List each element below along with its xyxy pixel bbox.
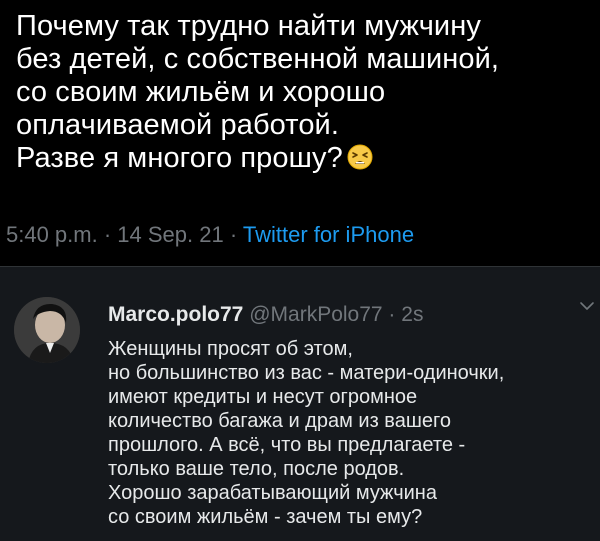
reply-text-line: Хорошо зарабатывающий мужчина <box>108 482 437 504</box>
reply-separator: · <box>382 303 402 326</box>
tired-face-emoji-icon <box>347 144 373 170</box>
reply-text-line: но большинство из вас - матери-одиночки, <box>108 362 505 384</box>
meta-separator: · <box>223 222 243 247</box>
reply-text-line: Женщины просят об этом, <box>108 338 353 360</box>
tweet-text-line: со своим жильём и хорошо <box>16 76 386 108</box>
tweet-text-line: без детей, с собственной машиной, <box>16 43 500 75</box>
reply-text-line: со своим жильём - зачем ты ему? <box>108 506 423 528</box>
tweet-meta: 5:40 p.m. · 14 Sep. 21 · Twitter for iPh… <box>6 222 414 248</box>
reply-handle[interactable]: @MarkPolo77 <box>249 303 382 326</box>
tweet-text-question: Разве я многого прошу? <box>16 142 343 174</box>
reply-text: Женщины просят об этом, но большинство и… <box>108 337 596 529</box>
reply-header: Marco.polo77 @MarkPolo77 · 2s <box>108 303 423 327</box>
tweet-time[interactable]: 5:40 p.m. <box>6 222 98 247</box>
reply-text-line: имеют кредиты и несут огромное <box>108 386 418 408</box>
reply-text-line: количество багажа и драм из вашего <box>108 410 451 432</box>
meta-separator: · <box>97 222 118 247</box>
tweet-text-line-last: Разве я многого прошу? <box>16 142 586 175</box>
reply-age[interactable]: 2s <box>401 303 423 326</box>
tweet-source-link[interactable]: Twitter for iPhone <box>243 222 414 247</box>
tweet-text-line: Почему так трудно найти мужчину <box>16 10 481 42</box>
reply-text-line: прошлого. А всё, что вы предлагаете - <box>108 434 466 456</box>
reply-display-name[interactable]: Marco.polo77 <box>108 303 243 326</box>
tweet-text-line: оплачиваемой работой. <box>16 109 340 141</box>
avatar[interactable] <box>14 297 80 363</box>
reply-text-line: только ваше тело, после родов. <box>108 458 405 480</box>
chevron-down-icon[interactable] <box>578 297 596 315</box>
tweet-date[interactable]: 14 Sep. 21 <box>117 222 223 247</box>
reply-tweet[interactable]: Marco.polo77 @MarkPolo77 · 2s Женщины пр… <box>0 267 600 541</box>
tweet-text: Почему так трудно найти мужчину без дете… <box>16 10 586 175</box>
